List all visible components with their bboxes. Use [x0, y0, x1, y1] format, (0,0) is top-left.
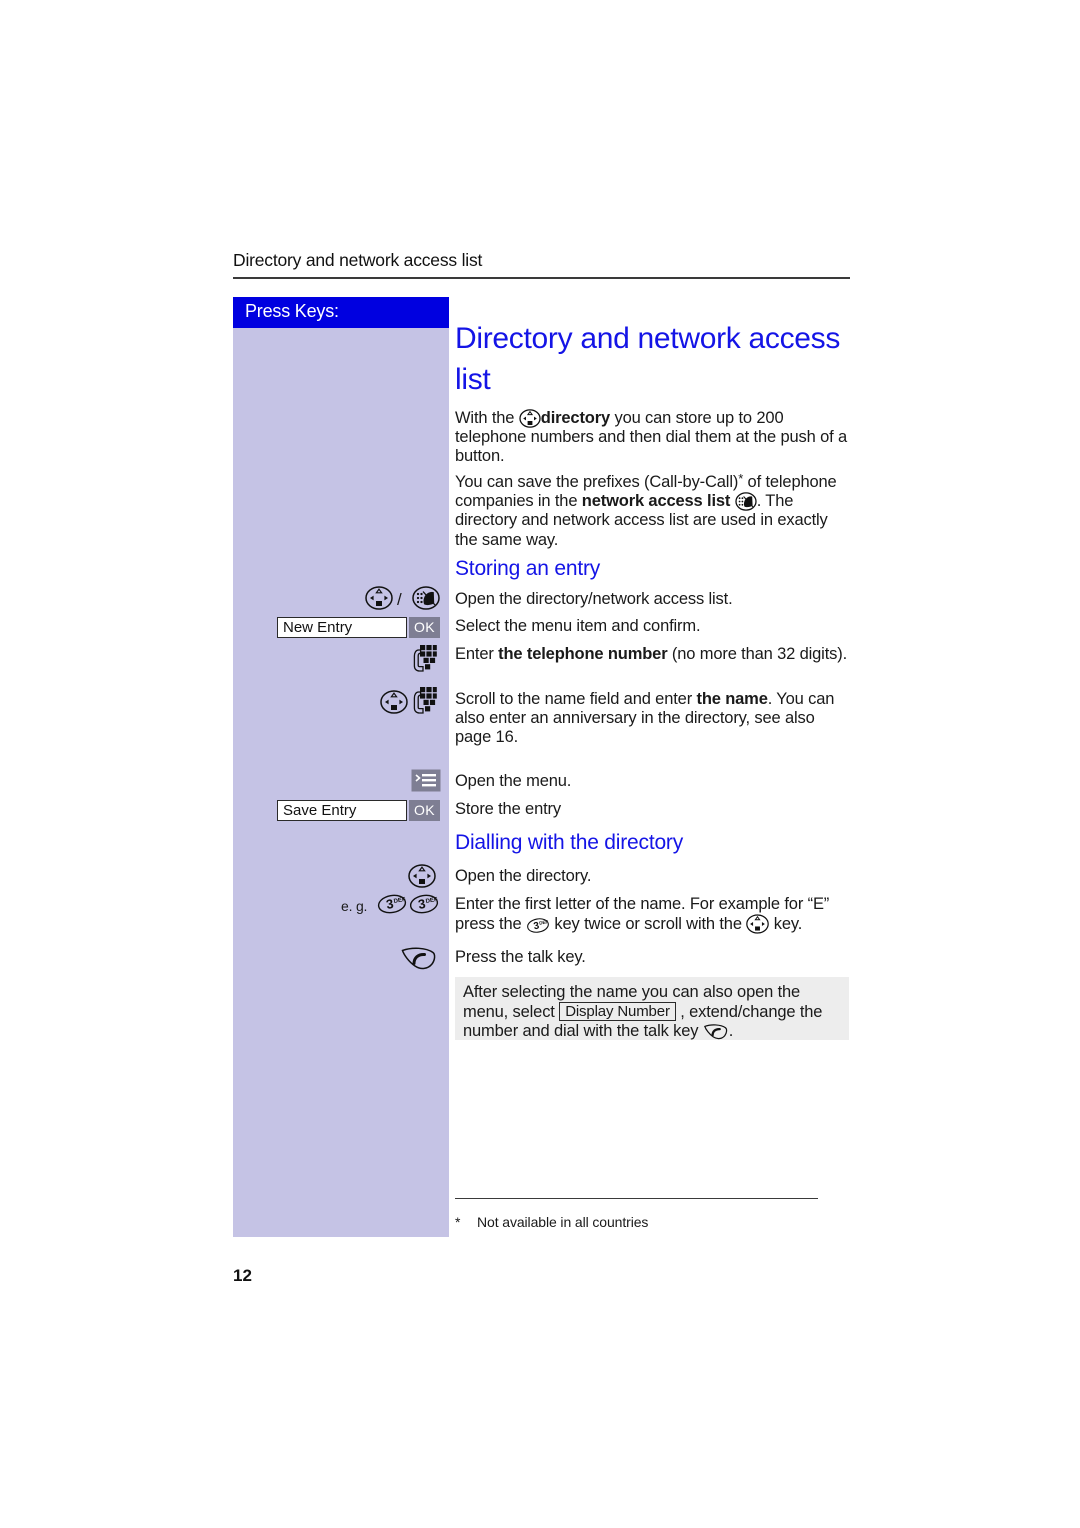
example-label: e. g. — [341, 898, 368, 914]
footnote-mark: * — [455, 1214, 461, 1230]
ok-key-new-entry[interactable]: OK — [409, 617, 440, 638]
digit-3-key-icon: 3 DEF — [377, 893, 407, 915]
menu-key-icon — [411, 769, 441, 792]
step-text-scroll-name-field: Scroll to the name field and enter the n… — [455, 690, 852, 748]
network-access-icon — [735, 492, 757, 511]
step-text-press-talk-key: Press the talk key. — [455, 948, 586, 966]
intro-p2-a: You can save the prefixes (Call-by-Call) — [455, 473, 739, 491]
nav-key-icon — [519, 409, 541, 428]
running-header: Directory and network access list — [233, 250, 483, 270]
footnote-divider — [455, 1198, 818, 1199]
page-number: 12 — [233, 1266, 252, 1285]
digit-3-key-icon: 3 DEF — [526, 917, 550, 934]
intro-paragraph-1: With the directory you can store up to 2… — [455, 409, 852, 467]
step4-before: Scroll to the name field and enter — [455, 690, 697, 708]
intro-paragraph-2: You can save the prefixes (Call-by-Call)… — [455, 469, 852, 550]
section-heading-dialling-with-directory: Dialling with the directory — [455, 831, 684, 854]
keypad-icon — [412, 686, 438, 714]
step-text-enter-phone-number: Enter the telephone number (no more than… — [455, 645, 852, 664]
step-eg-c: key. — [769, 915, 803, 934]
note-box: After selecting the name you can also op… — [455, 977, 849, 1040]
ok-key-save-entry[interactable]: OK — [409, 800, 440, 821]
intro-p2-bold: network access list — [581, 492, 731, 511]
step3-before: Enter — [455, 645, 499, 663]
step-eg-b: key twice or scroll with the — [549, 915, 747, 934]
talk-key-icon — [400, 944, 438, 972]
step-text-open-directory-list: Open the directory/network access list. — [455, 590, 733, 608]
note-c: . — [728, 1022, 734, 1041]
step3-after: (no more than 32 digits). — [667, 645, 848, 663]
menu-option-display-number[interactable]: Display Number — [559, 1002, 676, 1022]
note-box-text: After selecting the name you can also op… — [463, 983, 845, 1042]
footnote: * Not available in all countries — [455, 1214, 852, 1230]
network-access-icon — [412, 586, 440, 610]
digit-3-key-icon: 3 DEF — [409, 893, 439, 915]
svg-text:DEF: DEF — [393, 897, 406, 905]
softkey-save-entry[interactable]: Save Entry — [277, 800, 407, 821]
talk-key-icon — [703, 1022, 729, 1041]
step-text-open-menu: Open the menu. — [455, 772, 572, 790]
softkey-new-entry[interactable]: New Entry — [277, 617, 407, 638]
step-text-enter-first-letter: Enter the first letter of the name. For … — [455, 895, 852, 934]
step-text-select-menu-item: Select the menu item and confirm. — [455, 617, 701, 635]
nav-key-icon — [365, 586, 393, 610]
press-keys-label: Press Keys: — [245, 301, 339, 321]
manual-page: Directory and network access list Press … — [0, 0, 1080, 1528]
intro-p1-bold: directory — [540, 409, 611, 427]
step3-bold: the telephone number — [498, 645, 668, 663]
slash-separator: / — [397, 590, 402, 609]
keypad-icon — [412, 644, 438, 672]
nav-key-icon — [408, 864, 436, 888]
step-text-open-directory: Open the directory. — [455, 867, 592, 885]
intro-p1-before: With the — [455, 409, 519, 427]
footnote-text: Not available in all countries — [477, 1214, 649, 1230]
step4-bold: the name — [696, 690, 768, 708]
section-heading-storing-an-entry: Storing an entry — [455, 557, 601, 580]
step-text-store-entry: Store the entry — [455, 800, 561, 818]
header-divider — [233, 277, 850, 279]
nav-key-icon — [380, 690, 408, 714]
svg-text:DEF: DEF — [539, 919, 549, 926]
press-keys-band: Press Keys: — [233, 297, 449, 328]
nav-key-icon — [746, 914, 770, 934]
svg-text:DEF: DEF — [425, 897, 438, 905]
page-title: Directory and network access list — [455, 322, 841, 396]
